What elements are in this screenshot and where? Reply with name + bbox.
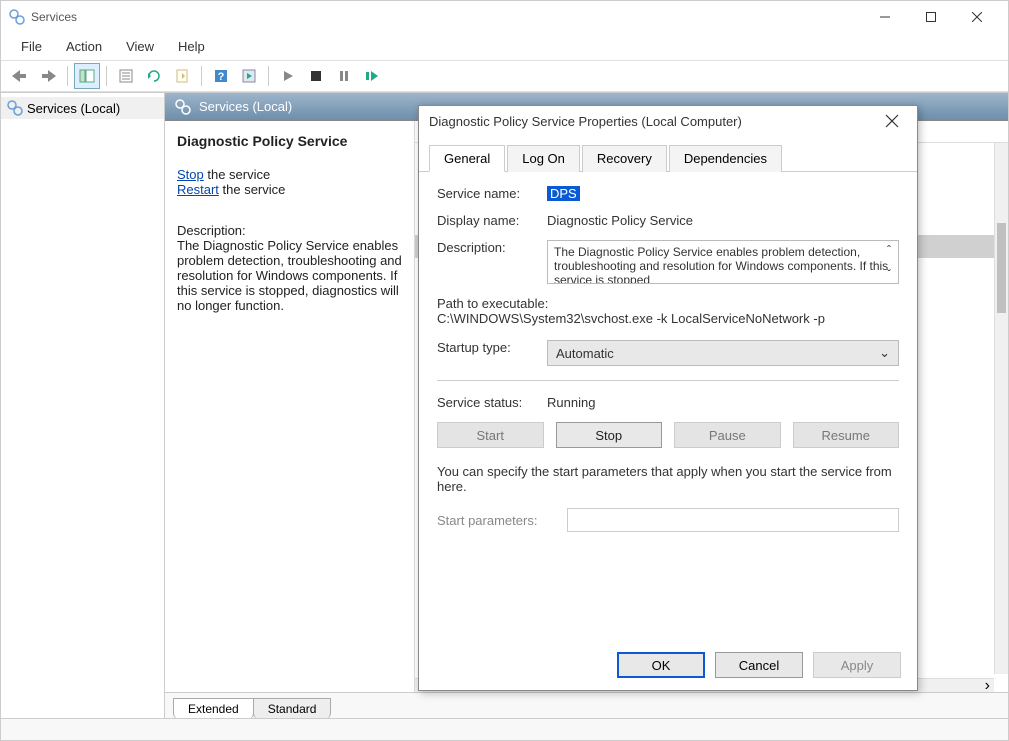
start-params-note: You can specify the start parameters tha… — [437, 464, 899, 494]
dialog-titlebar: Diagnostic Policy Service Properties (Lo… — [419, 106, 917, 136]
tb-properties[interactable] — [113, 63, 139, 89]
label-service-name: Service name: — [437, 186, 547, 201]
tree-pane: Services (Local) — [1, 93, 165, 718]
tb-refresh[interactable] — [141, 63, 167, 89]
properties-dialog: Diagnostic Policy Service Properties (Lo… — [418, 105, 918, 691]
start-button: Start — [437, 422, 544, 448]
ok-button[interactable]: OK — [617, 652, 705, 678]
scroll-right-icon[interactable]: › — [985, 677, 990, 693]
tb-restart[interactable] — [359, 63, 385, 89]
forward-button[interactable] — [35, 63, 61, 89]
description-textbox[interactable]: The Diagnostic Policy Service enables pr… — [547, 240, 899, 284]
services-window: Services File Action View Help ? — [0, 0, 1009, 741]
gear-icon — [7, 100, 23, 116]
value-status: Running — [547, 395, 595, 410]
close-icon — [885, 114, 899, 128]
titlebar: Services — [1, 1, 1008, 33]
services-icon — [9, 9, 25, 25]
tb-pause[interactable] — [331, 63, 357, 89]
cancel-button[interactable]: Cancel — [715, 652, 803, 678]
tree-services-local[interactable]: Services (Local) — [1, 97, 164, 119]
label-description: Description: — [437, 240, 547, 255]
dialog-close-button[interactable] — [877, 106, 907, 136]
value-display-name: Diagnostic Policy Service — [547, 213, 693, 228]
resume-button: Resume — [793, 422, 900, 448]
bottom-tabs: Extended Standard — [165, 692, 1008, 718]
label-status: Service status: — [437, 395, 547, 410]
tb-detail-view[interactable] — [74, 63, 100, 89]
minimize-button[interactable] — [862, 2, 908, 32]
tab-recovery[interactable]: Recovery — [582, 145, 667, 172]
dialog-tabs: General Log On Recovery Dependencies — [419, 136, 917, 172]
label-path: Path to executable: — [437, 296, 899, 311]
gear-icon — [175, 99, 191, 115]
description-label: Description: — [177, 223, 402, 238]
tb-start[interactable] — [275, 63, 301, 89]
service-description-panel: Diagnostic Policy Service Stop the servi… — [165, 121, 415, 692]
start-params-input — [567, 508, 899, 532]
service-name-heading: Diagnostic Policy Service — [177, 133, 402, 149]
menu-action[interactable]: Action — [54, 35, 114, 58]
tab-logon[interactable]: Log On — [507, 145, 580, 172]
menu-file[interactable]: File — [9, 35, 54, 58]
tb-action[interactable] — [236, 63, 262, 89]
detail-header-text: Services (Local) — [199, 99, 292, 114]
vertical-scrollbar[interactable] — [994, 143, 1008, 674]
dialog-title: Diagnostic Policy Service Properties (Lo… — [429, 114, 877, 129]
tab-general[interactable]: General — [429, 145, 505, 172]
menu-view[interactable]: View — [114, 35, 166, 58]
scrollbar-thumb[interactable] — [997, 223, 1006, 313]
menu-help[interactable]: Help — [166, 35, 217, 58]
maximize-button[interactable] — [908, 2, 954, 32]
label-display-name: Display name: — [437, 213, 547, 228]
statusbar — [1, 718, 1008, 740]
value-path: C:\WINDOWS\System32\svchost.exe -k Local… — [437, 311, 899, 326]
tab-standard[interactable]: Standard — [253, 698, 332, 718]
close-button[interactable] — [954, 2, 1000, 32]
back-button[interactable] — [7, 63, 33, 89]
tree-label: Services (Local) — [27, 101, 120, 116]
tab-extended[interactable]: Extended — [173, 698, 254, 718]
tb-stop[interactable] — [303, 63, 329, 89]
label-startup: Startup type: — [437, 340, 547, 355]
tb-export[interactable] — [169, 63, 195, 89]
svg-text:?: ? — [218, 71, 225, 83]
tab-dependencies[interactable]: Dependencies — [669, 145, 782, 172]
tb-help[interactable]: ? — [208, 63, 234, 89]
stop-button[interactable]: Stop — [556, 422, 663, 448]
label-start-params: Start parameters: — [437, 513, 567, 528]
startup-type-select[interactable]: Automatic ⌄ — [547, 340, 899, 366]
scroll-up-icon[interactable]: ˆ — [887, 243, 891, 257]
restart-link[interactable]: Restart — [177, 182, 219, 197]
scroll-down-icon[interactable]: ˇ — [887, 267, 891, 281]
apply-button: Apply — [813, 652, 901, 678]
toolbar: ? — [1, 60, 1008, 92]
stop-link[interactable]: Stop — [177, 167, 204, 182]
pause-button: Pause — [674, 422, 781, 448]
description-text: The Diagnostic Policy Service enables pr… — [177, 238, 402, 313]
value-service-name[interactable]: DPS — [547, 186, 580, 201]
menubar: File Action View Help — [1, 33, 1008, 60]
window-title: Services — [31, 10, 862, 24]
chevron-down-icon: ⌄ — [879, 345, 890, 361]
